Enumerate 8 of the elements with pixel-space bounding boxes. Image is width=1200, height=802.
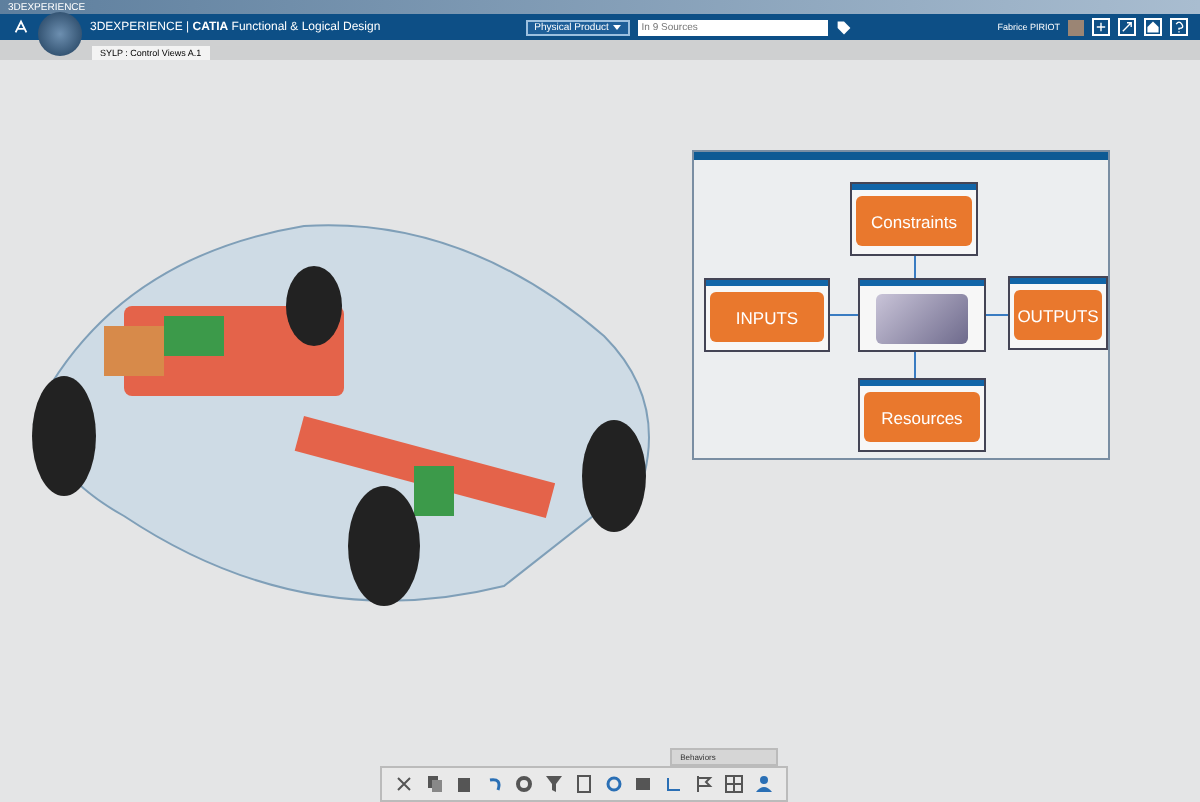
diagram-node[interactable]: Constraints [850,182,978,256]
diagram-node[interactable]: Resources [858,378,986,452]
block-label: Resources [864,392,980,442]
block-label: INPUTS [710,292,824,342]
block-label: OUTPUTS [1014,290,1102,340]
block-label: Constraints [856,196,972,246]
diagram-node[interactable]: OUTPUTS [1008,276,1108,350]
diagram-node[interactable]: INPUTS [704,278,830,352]
